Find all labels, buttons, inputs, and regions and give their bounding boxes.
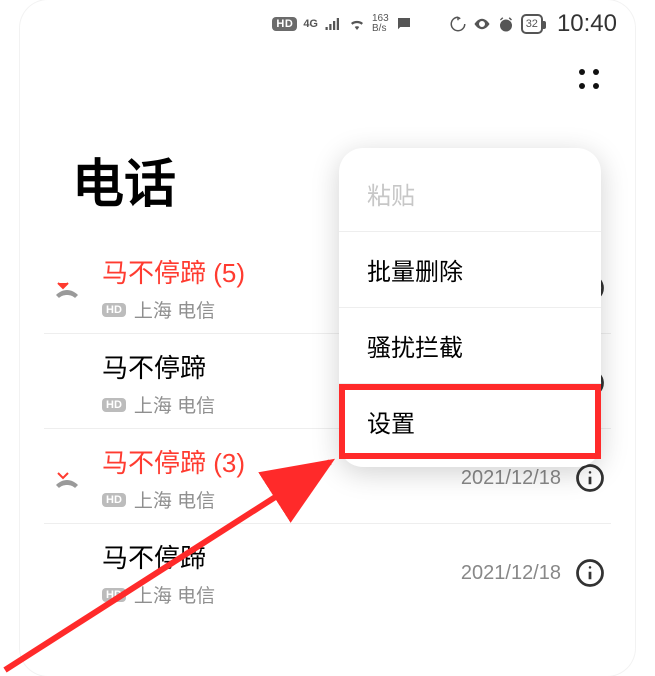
call-location: 上海 电信 [134,296,215,323]
hd-chip-icon: HD [102,303,126,317]
more-menu-icon[interactable] [579,69,601,91]
menu-settings[interactable]: 设置 [339,384,601,459]
network-type: 4G [303,18,318,30]
sync-icon [449,15,467,33]
chat-icon [395,15,413,33]
hd-chip-icon: HD [102,398,126,412]
hd-indicator-icon: HD [272,17,297,31]
call-date: 2021/12/18 [461,562,561,585]
overflow-menu: 粘贴 批量删除 骚扰拦截 设置 [339,148,601,467]
hd-chip-icon: HD [102,588,126,602]
missed-call-icon [54,471,80,489]
menu-block[interactable]: 骚扰拦截 [339,308,601,384]
missed-call-icon [54,281,80,299]
wifi-icon [348,15,366,33]
status-bar: HD 4G 163 B/s 32 10:40 [20,0,635,48]
app-bar [20,48,635,112]
call-location: 上海 电信 [134,581,215,608]
info-icon[interactable] [575,463,605,493]
call-row[interactable]: 马不停蹄 HD 上海 电信 2021/12/18 [44,524,611,618]
battery-icon: 32 [521,14,543,34]
menu-paste: 粘贴 [339,156,601,232]
clock-time: 10:40 [557,10,617,38]
eye-icon [473,15,491,33]
signal-icon [324,15,342,33]
menu-batch-delete[interactable]: 批量删除 [339,232,601,308]
alarm-icon [497,15,515,33]
info-icon[interactable] [575,558,605,588]
call-date: 2021/12/18 [461,467,561,490]
phone-frame: HD 4G 163 B/s 32 10:40 电话 马不停蹄 (5) [20,0,635,676]
data-rate: 163 B/s [372,14,389,34]
contact-name: 马不停蹄 [102,538,447,575]
hd-chip-icon: HD [102,493,126,507]
call-location: 上海 电信 [134,391,215,418]
call-location: 上海 电信 [134,486,215,513]
